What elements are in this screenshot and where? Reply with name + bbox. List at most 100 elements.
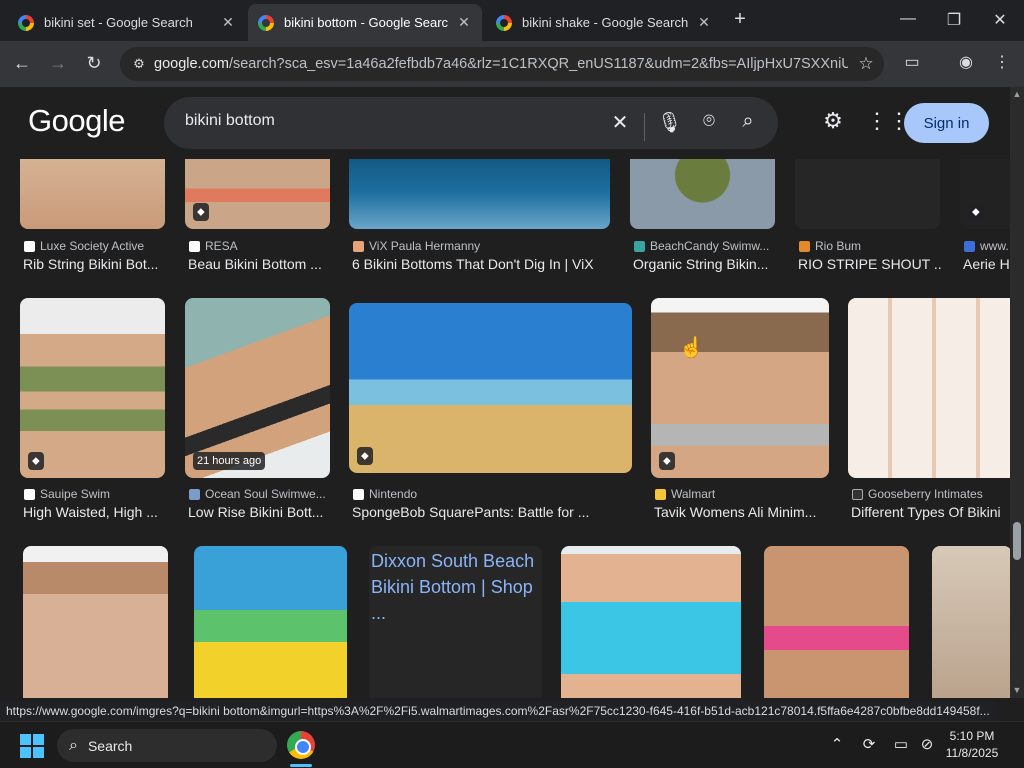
scroll-up-icon[interactable]: ▲: [1010, 89, 1024, 99]
result-thumbnail[interactable]: [349, 159, 610, 229]
tab-title: bikini set - Google Search: [44, 15, 193, 30]
image-result[interactable]: Luxe Society Active Rib String Bikini Bo…: [20, 159, 166, 275]
image-result[interactable]: Dixxon South Beach Bikini Bottom | Shop …: [369, 546, 543, 698]
result-thumbnail-broken[interactable]: Dixxon South Beach Bikini Bottom | Shop …: [369, 546, 542, 698]
restore-icon[interactable]: ❐: [944, 10, 964, 30]
result-source[interactable]: Nintendo: [353, 487, 417, 501]
image-result[interactable]: BeachCandy Swimw... Organic String Bikin…: [630, 159, 776, 275]
result-caption[interactable]: High Waisted, High ...: [23, 504, 167, 520]
image-result[interactable]: ⬥ www. Aerie H: [960, 159, 1010, 275]
result-source[interactable]: Sauipe Swim: [24, 487, 110, 501]
image-result[interactable]: ⬥ Sauipe Swim High Waisted, High ...: [20, 298, 166, 526]
result-caption[interactable]: Tavik Womens Ali Minim...: [654, 504, 830, 520]
new-tab-button[interactable]: +: [730, 8, 750, 31]
result-thumbnail[interactable]: [932, 546, 1010, 698]
chrome-taskbar-icon[interactable]: [287, 731, 315, 759]
lens-camera-icon[interactable]: ⌾: [697, 110, 721, 133]
result-caption[interactable]: Aerie H: [963, 256, 1010, 272]
image-result[interactable]: [764, 546, 910, 698]
image-result[interactable]: [561, 546, 741, 698]
result-thumbnail[interactable]: ⬥: [349, 303, 632, 473]
image-result[interactable]: [194, 546, 348, 698]
result-thumbnail[interactable]: [20, 159, 165, 229]
close-icon[interactable]: ✕: [220, 14, 236, 31]
result-thumbnail[interactable]: 21 hours ago: [185, 298, 330, 478]
settings-gear-icon[interactable]: ⚙: [820, 108, 846, 134]
result-caption[interactable]: SpongeBob SquarePants: Battle for ...: [352, 504, 634, 520]
search-icon[interactable]: ⌕: [736, 110, 760, 133]
image-result[interactable]: ⬥ Nintendo SpongeBob SquarePants: Battle…: [349, 303, 633, 526]
bookmark-star-icon[interactable]: ☆: [848, 54, 884, 74]
result-thumbnail[interactable]: ⬥: [20, 298, 165, 478]
broken-image-alt-text[interactable]: Dixxon South Beach Bikini Bottom | Shop …: [371, 548, 539, 626]
taskbar-clock[interactable]: 5:10 PM 11/8/2025: [940, 728, 1004, 762]
close-icon[interactable]: ✕: [696, 14, 712, 31]
minimize-icon[interactable]: —: [898, 10, 918, 28]
result-source[interactable]: Gooseberry Intimates: [852, 487, 983, 501]
result-source[interactable]: Walmart: [655, 487, 715, 501]
result-thumbnail[interactable]: ⬥: [651, 298, 829, 478]
network-icon[interactable]: ⊘: [916, 735, 938, 753]
back-icon[interactable]: ←: [11, 53, 33, 74]
image-result[interactable]: [932, 546, 1010, 698]
search-input[interactable]: bikini bottom: [185, 112, 275, 130]
result-thumbnail[interactable]: [194, 546, 347, 698]
result-thumbnail[interactable]: [630, 159, 775, 229]
result-thumbnail[interactable]: [561, 546, 741, 698]
result-caption[interactable]: Organic String Bikin...: [633, 256, 777, 272]
image-result[interactable]: Gooseberry Intimates Different Types Of …: [848, 298, 1010, 526]
google-logo[interactable]: Google: [28, 103, 125, 139]
result-thumbnail[interactable]: ⬥: [960, 159, 1010, 229]
result-thumbnail[interactable]: [23, 546, 168, 698]
result-source[interactable]: www.: [964, 239, 1009, 253]
address-bar[interactable]: ⚙ google.com/search?sca_esv=1a46a2fefbdb…: [120, 47, 884, 81]
result-source[interactable]: BeachCandy Swimw...: [634, 239, 769, 253]
url-text[interactable]: google.com/search?sca_esv=1a46a2fefbdb7a…: [154, 56, 848, 72]
result-caption[interactable]: Rib String Bikini Bot...: [23, 256, 167, 272]
result-caption[interactable]: 6 Bikini Bottoms That Don't Dig In | ViX: [352, 256, 612, 272]
result-caption[interactable]: RIO STRIPE SHOUT ...: [798, 256, 942, 272]
window-close-icon[interactable]: ✕: [990, 10, 1010, 30]
taskbar-search[interactable]: ⌕ Search: [57, 729, 277, 762]
windows-start-icon[interactable]: [20, 734, 44, 758]
tab-bikini-shake[interactable]: bikini shake - Google Search ✕: [486, 4, 722, 41]
menu-kebab-icon[interactable]: ⋮: [990, 52, 1014, 72]
display-icon[interactable]: ▭: [890, 735, 912, 753]
result-source[interactable]: RESA: [189, 239, 238, 253]
tab-bikini-set[interactable]: bikini set - Google Search ✕: [8, 4, 246, 41]
result-thumbnail[interactable]: ⬥: [185, 159, 330, 229]
image-result[interactable]: ViX Paula Hermanny 6 Bikini Bottoms That…: [349, 159, 611, 275]
result-source[interactable]: Rio Bum: [799, 239, 861, 253]
microphone-icon[interactable]: 🎙: [657, 110, 682, 135]
tab-bikini-bottom[interactable]: bikini bottom - Google Search ✕: [248, 4, 482, 41]
result-source[interactable]: Luxe Society Active: [24, 239, 144, 253]
result-caption[interactable]: Beau Bikini Bottom ...: [188, 256, 332, 272]
image-result[interactable]: Rio Bum RIO STRIPE SHOUT ...: [795, 159, 942, 275]
scrollbar-thumb[interactable]: [1013, 522, 1021, 560]
result-thumbnail[interactable]: [795, 159, 940, 229]
sign-in-button[interactable]: Sign in: [904, 103, 989, 143]
image-result[interactable]: 21 hours ago Ocean Soul Swimwe... Low Ri…: [185, 298, 331, 526]
result-source[interactable]: ViX Paula Hermanny: [353, 239, 480, 253]
scroll-down-icon[interactable]: ▼: [1010, 685, 1024, 695]
apps-grid-icon[interactable]: ⋮⋮: [866, 108, 910, 134]
search-box[interactable]: bikini bottom ✕ 🎙 ⌾ ⌕: [164, 97, 778, 149]
result-caption[interactable]: Low Rise Bikini Bott...: [188, 504, 332, 520]
site-info-icon[interactable]: ⚙: [124, 56, 154, 72]
result-source[interactable]: Ocean Soul Swimwe...: [189, 487, 326, 501]
result-thumbnail[interactable]: [764, 546, 909, 698]
profile-icon[interactable]: ◉: [954, 52, 978, 72]
clear-icon[interactable]: ✕: [608, 110, 632, 135]
close-icon[interactable]: ✕: [456, 14, 472, 31]
reload-icon[interactable]: ↻: [83, 53, 105, 74]
result-caption[interactable]: Different Types Of Bikini: [851, 504, 1010, 520]
forward-icon[interactable]: →: [47, 53, 69, 74]
result-thumbnail[interactable]: [848, 298, 1010, 478]
page-scrollbar[interactable]: ▲ ▼: [1010, 87, 1024, 698]
tray-overflow-chevron-icon[interactable]: ⌃: [826, 735, 848, 753]
image-result[interactable]: ⬥ Walmart Tavik Womens Ali Minim...: [651, 298, 831, 526]
sync-icon[interactable]: ⟳: [858, 735, 880, 753]
cast-icon[interactable]: ▭: [900, 52, 924, 72]
image-result[interactable]: ⬥ RESA Beau Bikini Bottom ...: [185, 159, 331, 275]
image-result[interactable]: [23, 546, 169, 698]
